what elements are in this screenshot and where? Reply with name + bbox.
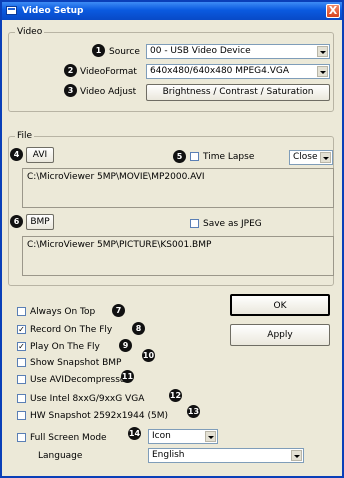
- time-lapse-checkbox[interactable]: [190, 152, 199, 161]
- language-label: Language: [38, 451, 83, 461]
- avi-path-value: C:\MicroViewer 5MP\MOVIE\MP2000.AVI: [27, 172, 205, 182]
- record-on-the-fly-checkbox[interactable]: ✓: [17, 325, 26, 334]
- video-format-value: 640x480/640x480 MPEG4.VGA: [150, 66, 289, 76]
- ok-button[interactable]: OK: [230, 294, 330, 316]
- always-on-top-checkbox[interactable]: [17, 307, 26, 316]
- app-icon: [6, 6, 17, 15]
- chevron-down-icon[interactable]: [205, 431, 216, 442]
- hw-snapshot-checkbox[interactable]: [17, 411, 26, 420]
- play-on-the-fly-checkbox[interactable]: ✓: [17, 342, 26, 351]
- use-intel-vga-checkbox[interactable]: [17, 394, 26, 403]
- callout-badge: 11: [121, 370, 134, 383]
- callout-badge: 9: [119, 339, 132, 352]
- use-intel-vga-label: Use Intel 8xxG/9xxG VGA: [30, 394, 145, 404]
- bmp-path-field[interactable]: C:\MicroViewer 5MP\PICTURE\KS001.BMP: [22, 236, 334, 276]
- time-lapse-label: Time Lapse: [203, 152, 255, 162]
- callout-badge: 1: [92, 44, 105, 57]
- close-button[interactable]: X: [326, 4, 340, 18]
- video-format-label: VideoFormat: [80, 67, 137, 77]
- hw-snapshot-label: HW Snapshot 2592x1944 (5M): [30, 411, 168, 421]
- save-as-jpeg-label: Save as JPEG: [203, 219, 262, 229]
- video-format-select[interactable]: 640x480/640x480 MPEG4.VGA: [146, 64, 330, 79]
- bmp-path-value: C:\MicroViewer 5MP\PICTURE\KS001.BMP: [27, 240, 212, 250]
- full-screen-mode-value: Icon: [152, 431, 171, 441]
- video-adjust-label: Video Adjust: [80, 87, 137, 97]
- use-avi-decompressor-checkbox[interactable]: [17, 375, 26, 384]
- apply-button[interactable]: Apply: [230, 324, 330, 346]
- save-as-jpeg-checkbox[interactable]: [190, 219, 199, 228]
- language-select[interactable]: English: [148, 448, 304, 463]
- video-setup-window: Video Setup X Video 1 Source 00 - USB Vi…: [0, 0, 344, 478]
- source-select[interactable]: 00 - USB Video Device: [146, 44, 330, 59]
- close-value: Close: [293, 152, 318, 162]
- brightness-contrast-saturation-button[interactable]: Brightness / Contrast / Saturation: [146, 84, 330, 101]
- callout-badge: 13: [187, 405, 200, 418]
- avi-path-field[interactable]: C:\MicroViewer 5MP\MOVIE\MP2000.AVI: [22, 168, 334, 208]
- bmp-button[interactable]: BMP: [26, 214, 54, 230]
- close-select[interactable]: Close: [289, 150, 333, 165]
- show-snapshot-bmp-checkbox[interactable]: [17, 358, 26, 367]
- window-title: Video Setup: [22, 6, 84, 16]
- file-legend: File: [15, 131, 35, 141]
- callout-badge: 7: [112, 304, 125, 317]
- callout-badge: 5: [173, 150, 186, 163]
- chevron-down-icon[interactable]: [317, 46, 328, 57]
- callout-badge: 8: [132, 322, 145, 335]
- show-snapshot-bmp-label: Show Snapshot BMP: [30, 358, 122, 368]
- video-legend: Video: [15, 27, 45, 37]
- chevron-down-icon[interactable]: [291, 450, 302, 461]
- chevron-down-icon[interactable]: [320, 152, 331, 163]
- callout-badge: 12: [169, 389, 182, 402]
- title-bar[interactable]: Video Setup X: [2, 2, 342, 20]
- full-screen-mode-select[interactable]: Icon: [148, 429, 218, 444]
- callout-badge: 6: [10, 215, 23, 228]
- source-value: 00 - USB Video Device: [150, 46, 251, 56]
- callout-badge: 2: [64, 64, 77, 77]
- callout-badge: 10: [142, 349, 155, 362]
- use-avi-decompressor-label: Use AVIDecompressor: [30, 375, 130, 385]
- full-screen-mode-checkbox[interactable]: [17, 433, 26, 442]
- record-on-the-fly-label: Record On The Fly: [30, 325, 113, 335]
- chevron-down-icon[interactable]: [317, 66, 328, 77]
- always-on-top-label: Always On Top: [30, 307, 96, 317]
- avi-button[interactable]: AVI: [26, 147, 54, 163]
- source-label: Source: [109, 47, 140, 57]
- language-value: English: [152, 450, 185, 460]
- callout-badge: 14: [128, 427, 141, 440]
- full-screen-mode-label: Full Screen Mode: [30, 433, 107, 443]
- callout-badge: 4: [10, 148, 23, 161]
- play-on-the-fly-label: Play On The Fly: [30, 342, 100, 352]
- callout-badge: 3: [64, 84, 77, 97]
